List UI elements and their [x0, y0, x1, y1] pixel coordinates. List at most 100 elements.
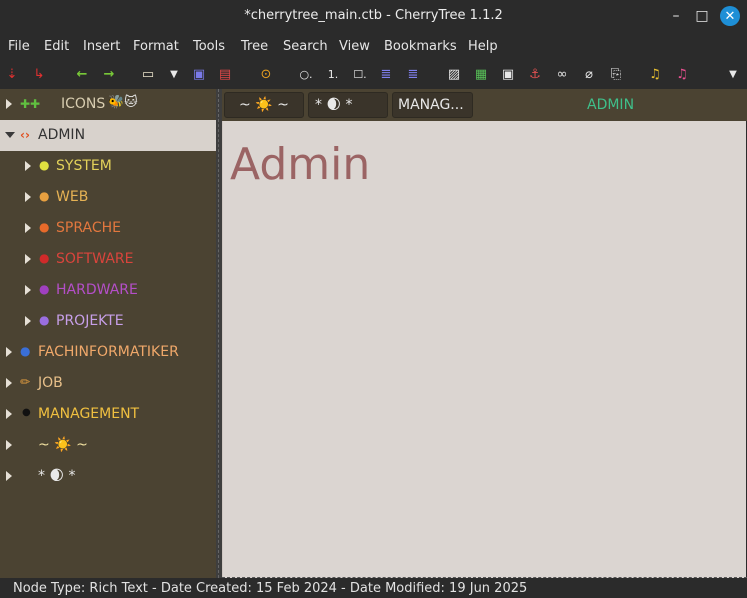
add-node-icon[interactable]: ⇣: [3, 65, 21, 83]
collapse-arrow-icon[interactable]: [5, 132, 15, 138]
toggle-bullet-icon[interactable]: ○.: [297, 65, 315, 83]
find-icon[interactable]: ⊙: [257, 65, 275, 83]
menu-file[interactable]: File: [8, 39, 30, 54]
tree-node-hardware[interactable]: ● HARDWARE: [0, 275, 216, 306]
menu-search[interactable]: Search: [283, 39, 328, 54]
overflow-icon[interactable]: ▼: [724, 65, 742, 83]
expand-arrow-icon[interactable]: [6, 347, 12, 357]
remove-link-icon[interactable]: ⌀: [580, 65, 598, 83]
blue-ball-icon: ●: [20, 344, 31, 358]
menu-help[interactable]: Help: [468, 39, 498, 54]
breadcrumb-item-sun[interactable]: ~ ☀️ ~: [224, 92, 304, 118]
menu-bookmarks[interactable]: Bookmarks: [384, 39, 457, 54]
menu-bar: File Edit Insert Format Tools Tree Searc…: [0, 33, 747, 60]
tree-node-icons[interactable]: ✚✚ ICONS 🐝🐱: [0, 89, 216, 120]
insert-file-icon[interactable]: ⎘: [607, 65, 625, 83]
window-title: *cherrytree_main.ctb - CherryTree 1.1.2: [244, 8, 503, 23]
expand-arrow-icon[interactable]: [6, 440, 12, 450]
tree-node-management[interactable]: ● MANAGEMENT: [0, 399, 216, 430]
menu-edit[interactable]: Edit: [44, 39, 69, 54]
expand-arrow-icon[interactable]: [25, 192, 31, 202]
insert-table-icon[interactable]: ▦: [472, 65, 490, 83]
title-bar: *cherrytree_main.ctb - CherryTree 1.1.2 …: [0, 0, 747, 33]
node-heading: Admin: [230, 139, 371, 190]
purple-ball-icon: ●: [39, 282, 50, 296]
yellow-ball-icon: ●: [39, 158, 50, 172]
puzzle-icon: ✚✚: [20, 97, 41, 111]
maximize-button[interactable]: □: [692, 6, 712, 26]
expand-arrow-icon[interactable]: [6, 378, 12, 388]
orange-ball-icon: ●: [39, 189, 50, 203]
tree-node-label: HARDWARE: [56, 282, 138, 298]
breadcrumb-current: ADMIN: [587, 97, 635, 113]
tree-node-job[interactable]: ✏ JOB: [0, 368, 216, 399]
export-icon[interactable]: ▤: [216, 65, 234, 83]
tree-node-projekte[interactable]: ● PROJEKTE: [0, 306, 216, 337]
insert-image-icon[interactable]: ▨: [445, 65, 463, 83]
tree-node-sprache[interactable]: ● SPRACHE: [0, 213, 216, 244]
code-icon: ‹›: [20, 128, 30, 142]
expand-arrow-icon[interactable]: [25, 285, 31, 295]
rich-text-editor[interactable]: Admin: [222, 121, 746, 578]
breadcrumb-item-management[interactable]: MANAG...: [392, 92, 473, 118]
expand-arrow-icon[interactable]: [6, 99, 12, 109]
toggle-todo-icon[interactable]: ☐.: [351, 65, 369, 83]
tree-node-system[interactable]: ● SYSTEM: [0, 151, 216, 182]
expand-arrow-icon[interactable]: [25, 316, 31, 326]
tree-node-label: PROJEKTE: [56, 313, 124, 329]
minimize-button[interactable]: –: [666, 6, 686, 26]
tree-node-fachinformatiker[interactable]: ● FACHINFORMATIKER: [0, 337, 216, 368]
lavender-ball-icon: ●: [39, 313, 50, 327]
breadcrumb-item-moon[interactable]: * 🌒 *: [308, 92, 388, 118]
tree-node-label: ADMIN: [38, 127, 86, 143]
expand-arrow-icon[interactable]: [25, 161, 31, 171]
indent-icon[interactable]: ≣: [377, 65, 395, 83]
ct-logo-alt-icon[interactable]: ♫: [673, 65, 691, 83]
bee-cat-icon: 🐝🐱: [108, 95, 138, 110]
toggle-numbered-icon[interactable]: 1.: [324, 65, 342, 83]
breadcrumb: ~ ☀️ ~ * 🌒 * MANAG... ADMIN: [222, 89, 747, 121]
insert-anchor-icon[interactable]: ⚓: [526, 65, 544, 83]
black-ball-icon: ●: [22, 407, 31, 418]
menu-tree[interactable]: Tree: [241, 39, 268, 54]
expand-arrow-icon[interactable]: [6, 471, 12, 481]
red-orange-ball-icon: ●: [39, 220, 50, 234]
status-bar: Node Type: Rich Text - Date Created: 15 …: [0, 578, 747, 598]
forward-icon[interactable]: →: [100, 65, 118, 83]
tree-node-label: MANAGEMENT: [38, 406, 140, 422]
pencil-icon: ✏: [20, 375, 31, 389]
toolbar: ⇣ ↳ ← → ▭ ▼ ▣ ▤ ⊙ ○. 1. ☐. ≣ ≣ ▨ ▦ ▣ ⚓ ∞…: [0, 60, 747, 89]
tree-node-label: JOB: [38, 375, 63, 391]
expand-arrow-icon[interactable]: [25, 254, 31, 264]
menu-format[interactable]: Format: [133, 39, 179, 54]
tree-node-software[interactable]: ● SOFTWARE: [0, 244, 216, 275]
open-dropdown-icon[interactable]: ▼: [165, 65, 183, 83]
menu-tools[interactable]: Tools: [193, 39, 225, 54]
tree-panel: ✚✚ ICONS 🐝🐱 ‹› ADMIN ● SYSTEM ● WEB ● SP…: [0, 89, 216, 578]
unindent-icon[interactable]: ≣: [404, 65, 422, 83]
tree-node-sun[interactable]: ~ ☀️ ~: [0, 430, 216, 461]
tree-node-moon[interactable]: * 🌒 *: [0, 461, 216, 492]
tree-node-web[interactable]: ● WEB: [0, 182, 216, 213]
tree-node-label: SOFTWARE: [56, 251, 134, 267]
open-file-icon[interactable]: ▭: [139, 65, 157, 83]
tree-node-admin[interactable]: ‹› ADMIN: [0, 120, 216, 151]
tree-node-label: SYSTEM: [56, 158, 112, 174]
insert-codebox-icon[interactable]: ▣: [499, 65, 517, 83]
ct-logo-icon[interactable]: ♫: [646, 65, 664, 83]
expand-arrow-icon[interactable]: [6, 409, 12, 419]
red-ball-icon: ●: [39, 251, 50, 265]
tree-node-label: ICONS: [61, 96, 106, 112]
insert-link-icon[interactable]: ∞: [553, 65, 571, 83]
save-icon[interactable]: ▣: [190, 65, 208, 83]
tree-node-label: SPRACHE: [56, 220, 121, 236]
tree-node-label: WEB: [56, 189, 89, 205]
expand-arrow-icon[interactable]: [25, 223, 31, 233]
status-text: Node Type: Rich Text - Date Created: 15 …: [13, 581, 528, 596]
menu-view[interactable]: View: [339, 39, 370, 54]
add-subnode-icon[interactable]: ↳: [30, 65, 48, 83]
back-icon[interactable]: ←: [73, 65, 91, 83]
menu-insert[interactable]: Insert: [83, 39, 120, 54]
close-button[interactable]: ✕: [720, 6, 740, 26]
tree-node-label: ~ ☀️ ~: [38, 437, 88, 453]
